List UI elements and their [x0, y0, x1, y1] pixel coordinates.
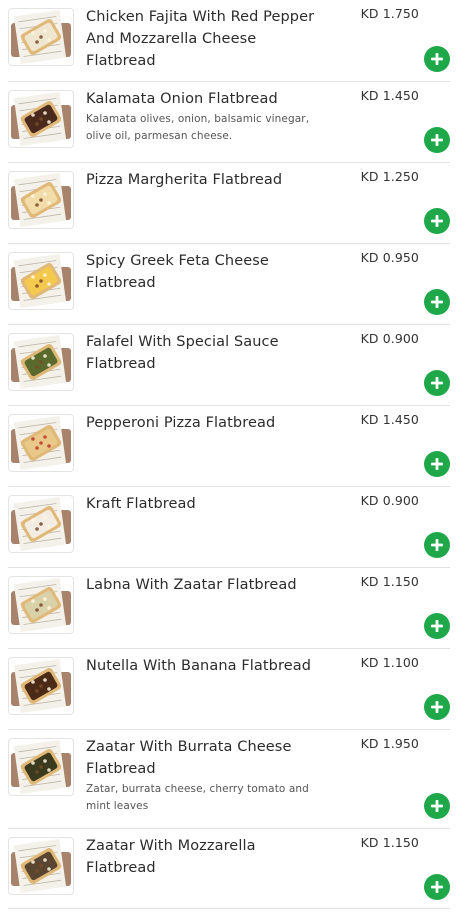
add-to-cart-button[interactable]: [424, 613, 450, 639]
menu-item[interactable]: Nutella With Banana Flatbread KD 1.100: [8, 649, 450, 730]
flatbread-image[interactable]: [8, 90, 74, 148]
add-to-cart-button[interactable]: [424, 793, 450, 819]
item-name: Falafel With Special Sauce Flatbread: [86, 331, 316, 375]
item-description: Zatar, burrata cheese, cherry tomato and…: [86, 783, 309, 812]
item-name: Zaatar With Burrata Cheese Flatbread Zata…: [86, 736, 316, 815]
add-to-cart-button[interactable]: [424, 289, 450, 315]
item-name: Spicy Greek Feta Cheese Flatbread: [86, 250, 316, 294]
add-to-cart-button[interactable]: [424, 370, 450, 396]
item-price: KD 1.150: [360, 835, 419, 850]
add-to-cart-button[interactable]: [424, 451, 450, 477]
item-name: Pizza Margherita Flatbread: [86, 169, 316, 191]
item-price: KD 1.100: [360, 655, 419, 670]
plus-icon: [430, 457, 444, 471]
item-price: KD 0.900: [360, 493, 419, 508]
item-name-text: Kalamata Onion Flatbread: [86, 91, 278, 107]
menu-item[interactable]: Zaatar With Mozzarella Flatbread KD 1.150: [8, 829, 450, 909]
add-to-cart-button[interactable]: [424, 694, 450, 720]
menu-item[interactable]: Falafel With Special Sauce Flatbread KD 0…: [8, 325, 450, 406]
plus-icon: [430, 880, 444, 894]
item-price: KD 1.450: [360, 412, 419, 427]
item-name: Pepperoni Pizza Flatbread: [86, 412, 316, 434]
flatbread-image[interactable]: [8, 414, 74, 472]
item-price: KD 1.450: [360, 88, 419, 103]
flatbread-image[interactable]: [8, 495, 74, 553]
flatbread-image[interactable]: [8, 252, 74, 310]
add-to-cart-button[interactable]: [424, 46, 450, 72]
flatbread-image[interactable]: [8, 738, 74, 796]
menu-item[interactable]: Labna With Zaatar Flatbread KD 1.150: [8, 568, 450, 649]
menu-item[interactable]: Zaatar With Burrata Cheese Flatbread Zata…: [8, 730, 450, 829]
item-name-text: Chicken Fajita With Red Pepper And Mozza…: [86, 9, 315, 69]
item-name-text: Zaatar With Mozzarella Flatbread: [86, 838, 256, 876]
item-price: KD 1.950: [360, 736, 419, 751]
item-name: Kraft Flatbread: [86, 493, 316, 515]
add-to-cart-button[interactable]: [424, 874, 450, 900]
plus-icon: [430, 538, 444, 552]
flatbread-image[interactable]: [8, 171, 74, 229]
plus-icon: [430, 619, 444, 633]
item-name-text: Pizza Margherita Flatbread: [86, 172, 283, 188]
item-price: KD 1.150: [360, 574, 419, 589]
item-price: KD 0.950: [360, 250, 419, 265]
menu-item[interactable]: Chicken Fajita With Red Pepper And Mozza…: [8, 0, 450, 82]
item-name-text: Spicy Greek Feta Cheese Flatbread: [86, 253, 269, 291]
flatbread-image[interactable]: [8, 837, 74, 895]
item-description: Kalamata olives, onion, balsamic vinegar…: [86, 113, 310, 142]
item-price: KD 0.900: [360, 331, 419, 346]
item-name: Zaatar With Mozzarella Flatbread: [86, 835, 316, 879]
item-price: KD 1.750: [360, 6, 419, 21]
menu-item[interactable]: Spicy Greek Feta Cheese Flatbread KD 0.95…: [8, 244, 450, 325]
add-to-cart-button[interactable]: [424, 127, 450, 153]
item-name: Chicken Fajita With Red Pepper And Mozza…: [86, 6, 316, 72]
plus-icon: [430, 700, 444, 714]
item-name-text: Nutella With Banana Flatbread: [86, 658, 312, 674]
item-name-text: Pepperoni Pizza Flatbread: [86, 415, 276, 431]
plus-icon: [430, 214, 444, 228]
plus-icon: [430, 52, 444, 66]
item-name: Kalamata Onion Flatbread Kalamata olives,…: [86, 88, 316, 145]
item-name: Labna With Zaatar Flatbread: [86, 574, 316, 596]
menu-list: Chicken Fajita With Red Pepper And Mozza…: [0, 0, 459, 912]
menu-item[interactable]: Kraft Flatbread KD 0.900: [8, 487, 450, 568]
plus-icon: [430, 295, 444, 309]
flatbread-image[interactable]: [8, 8, 74, 66]
item-name-text: Falafel With Special Sauce Flatbread: [86, 334, 279, 372]
flatbread-image[interactable]: [8, 657, 74, 715]
plus-icon: [430, 799, 444, 813]
plus-icon: [430, 376, 444, 390]
menu-item[interactable]: Pizza Margherita Flatbread KD 1.250: [8, 163, 450, 244]
flatbread-image[interactable]: [8, 576, 74, 634]
menu-item[interactable]: Kalamata Onion Flatbread Kalamata olives,…: [8, 82, 450, 163]
menu-item[interactable]: Pepperoni Pizza Flatbread KD 1.450: [8, 406, 450, 487]
flatbread-image[interactable]: [8, 333, 74, 391]
item-name-text: Kraft Flatbread: [86, 496, 196, 512]
add-to-cart-button[interactable]: [424, 208, 450, 234]
item-price: KD 1.250: [360, 169, 419, 184]
item-name-text: Labna With Zaatar Flatbread: [86, 577, 297, 593]
add-to-cart-button[interactable]: [424, 532, 450, 558]
item-name-text: Zaatar With Burrata Cheese Flatbread: [86, 739, 292, 777]
item-name: Nutella With Banana Flatbread: [86, 655, 316, 677]
plus-icon: [430, 133, 444, 147]
